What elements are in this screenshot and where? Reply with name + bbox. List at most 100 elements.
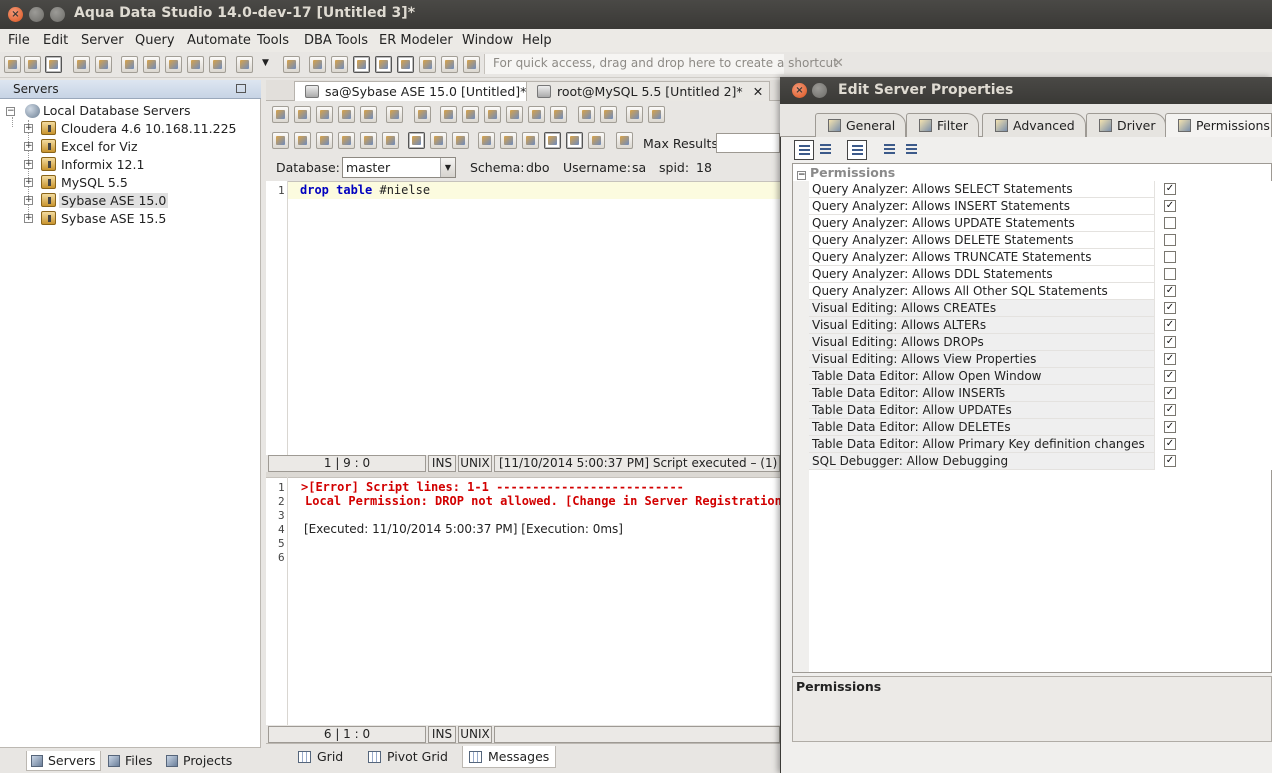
checkbox-checked[interactable]: ✓ (1164, 302, 1176, 314)
tab-pivot-grid[interactable]: Pivot Grid (362, 746, 454, 768)
auto-commit-icon[interactable] (408, 132, 425, 149)
results-grid-icon[interactable] (544, 132, 561, 149)
permission-row[interactable]: Visual Editing: Allows View Properties ✓ (809, 351, 1272, 368)
menu-automate[interactable]: Automate (187, 33, 251, 48)
checkbox-unchecked[interactable] (1164, 268, 1176, 280)
dialog-close-button[interactable]: × (792, 83, 807, 98)
paste-icon[interactable] (506, 106, 523, 123)
maximize-panel-icon[interactable] (236, 84, 246, 93)
tree-item-server-selected[interactable]: + Sybase ASE 15.0 (3, 192, 253, 210)
history-icon[interactable] (522, 132, 539, 149)
checkbox-unchecked[interactable] (1164, 251, 1176, 263)
database-select[interactable]: master ▼ (342, 157, 456, 178)
menu-query[interactable]: Query (135, 33, 175, 48)
print-icon[interactable] (386, 106, 403, 123)
find-icon[interactable] (578, 106, 595, 123)
layout-7-icon[interactable] (441, 56, 458, 73)
query-window-icon[interactable] (121, 56, 138, 73)
redo-icon[interactable] (550, 106, 567, 123)
permission-row[interactable]: Query Analyzer: Allows TRUNCATE Statemen… (809, 249, 1272, 266)
menu-file[interactable]: File (8, 33, 30, 48)
copy-icon[interactable] (484, 106, 501, 123)
save-all-icon[interactable] (360, 106, 377, 123)
permission-row[interactable]: Table Data Editor: Allow Open Window ✓ (809, 368, 1272, 385)
expand-icon[interactable]: + (24, 196, 33, 205)
permission-row[interactable]: Query Analyzer: Allows DELETE Statements (809, 232, 1272, 249)
checkbox-checked[interactable]: ✓ (1164, 387, 1176, 399)
open-file-icon[interactable] (294, 106, 311, 123)
permission-row[interactable]: Query Analyzer: Allows INSERT Statements… (809, 198, 1272, 215)
categorized-icon[interactable] (794, 140, 814, 160)
permissions-group[interactable]: − Permissions (797, 165, 895, 180)
expand-icon[interactable]: + (24, 142, 33, 151)
schema-script-icon[interactable] (187, 56, 204, 73)
tab-filter[interactable]: Filter (906, 113, 979, 137)
tree-item-server[interactable]: + MySQL 5.5 (3, 174, 253, 192)
sql-code[interactable]: drop table #nielse (300, 183, 430, 197)
max-results-input[interactable] (716, 133, 780, 153)
explain-plan-icon[interactable] (360, 132, 377, 149)
execute-current-icon[interactable] (316, 132, 333, 149)
replace-icon[interactable] (600, 106, 617, 123)
page-setup-icon[interactable] (414, 106, 431, 123)
tab-sybase-query[interactable]: sa@Sybase ASE 15.0 [Untitled]* (294, 81, 534, 101)
checkbox-unchecked[interactable] (1164, 217, 1176, 229)
tree-item-server[interactable]: + Cloudera 4.6 10.168.11.225 (3, 120, 253, 138)
permission-row[interactable]: Query Analyzer: Allows SELECT Statements… (809, 181, 1272, 198)
menu-tools[interactable]: Tools (257, 33, 289, 48)
results-text-icon[interactable] (566, 132, 583, 149)
layout-4-icon[interactable] (375, 56, 392, 73)
register-server-icon[interactable] (73, 56, 90, 73)
menu-dba-tools[interactable]: DBA Tools (304, 33, 368, 48)
query-builder-icon[interactable] (143, 56, 160, 73)
version-control-icon[interactable] (236, 56, 253, 73)
expand-icon[interactable]: + (24, 160, 33, 169)
compare-icon[interactable] (165, 56, 182, 73)
layout-3-icon[interactable] (353, 56, 370, 73)
checkbox-checked[interactable]: ✓ (1164, 455, 1176, 467)
tab-general[interactable]: General (815, 113, 907, 137)
menu-help[interactable]: Help (522, 33, 552, 48)
save-as-icon[interactable] (338, 106, 355, 123)
new-file-icon[interactable] (272, 106, 289, 123)
tab-mysql-query[interactable]: root@MySQL 5.5 [Untitled 2]* ✕ (526, 81, 771, 101)
permission-row[interactable]: Table Data Editor: Allow Primary Key def… (809, 436, 1272, 453)
expand-icon[interactable]: + (24, 178, 33, 187)
layout-2-icon[interactable] (331, 56, 348, 73)
tree-item-server[interactable]: + Informix 12.1 (3, 156, 253, 174)
case-icon[interactable] (648, 106, 665, 123)
checkbox-unchecked[interactable] (1164, 234, 1176, 246)
window-close-button[interactable]: × (8, 7, 23, 22)
tree-item-server[interactable]: + Excel for Viz (3, 138, 253, 156)
permission-row[interactable]: Table Data Editor: Allow DELETEs ✓ (809, 419, 1272, 436)
tab-projects[interactable]: Projects (162, 751, 236, 771)
server-statistics-icon[interactable] (500, 132, 517, 149)
tree-root[interactable]: − Local Database Servers (3, 102, 253, 120)
quick-access-close-icon[interactable]: ✕ (833, 56, 844, 71)
layout-8-icon[interactable] (463, 56, 480, 73)
tree-item-server[interactable]: + Sybase ASE 15.5 (3, 210, 253, 228)
collapse-icon[interactable]: − (6, 107, 15, 116)
shell-icon[interactable] (209, 56, 226, 73)
results-export-icon[interactable] (588, 132, 605, 149)
menu-server[interactable]: Server (81, 33, 124, 48)
tab-files[interactable]: Files (104, 751, 156, 771)
sql-editor[interactable] (266, 181, 780, 455)
results-panel[interactable] (266, 477, 780, 725)
layout-1-icon[interactable] (309, 56, 326, 73)
permission-row[interactable]: Visual Editing: Allows CREATEs ✓ (809, 300, 1272, 317)
window-minimize-button[interactable] (29, 7, 44, 22)
save-icon[interactable] (316, 106, 333, 123)
print-icon[interactable] (283, 56, 300, 73)
permission-row[interactable]: Table Data Editor: Allow INSERTs ✓ (809, 385, 1272, 402)
dropdown-arrow-icon[interactable]: ▼ (262, 58, 269, 68)
collapse-icon[interactable]: − (797, 171, 806, 180)
stop-icon[interactable] (382, 132, 399, 149)
undo-icon[interactable] (528, 106, 545, 123)
permission-row[interactable]: Query Analyzer: Allows All Other SQL Sta… (809, 283, 1272, 300)
layout-6-icon[interactable] (419, 56, 436, 73)
new-connection-icon[interactable] (4, 56, 21, 73)
permission-row[interactable]: Query Analyzer: Allows DDL Statements (809, 266, 1272, 283)
execute-selected-icon[interactable] (338, 132, 355, 149)
tab-driver[interactable]: Driver (1086, 113, 1167, 137)
